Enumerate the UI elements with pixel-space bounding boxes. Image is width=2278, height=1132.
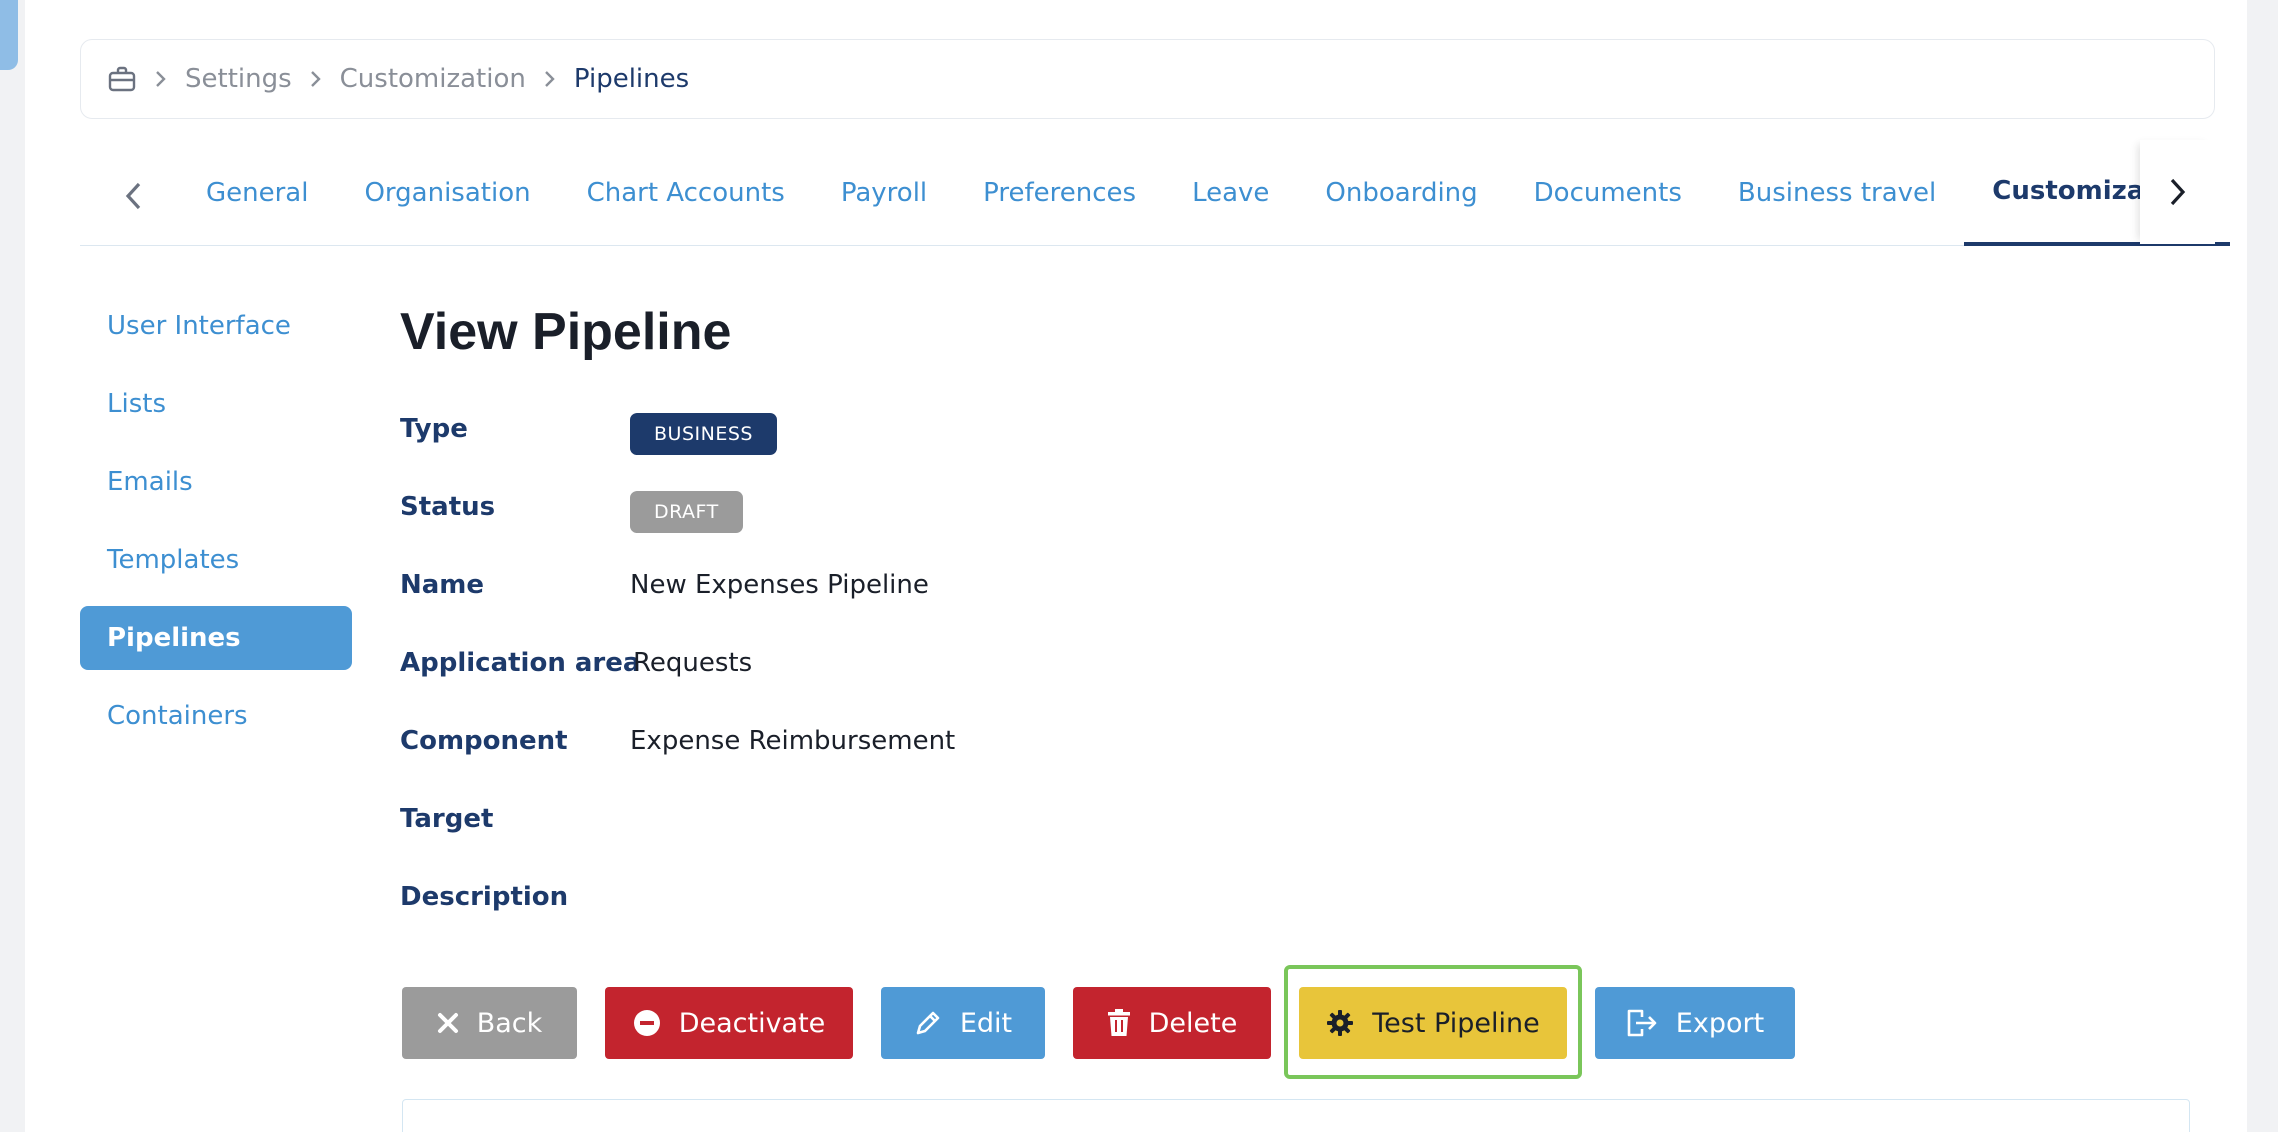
minus-circle-icon (633, 1010, 660, 1036)
gear-icon (1327, 1010, 1354, 1036)
tab-general[interactable]: General (178, 140, 336, 246)
sidebar-item-emails[interactable]: Emails (80, 450, 352, 514)
tab-chart-accounts[interactable]: Chart Accounts (559, 140, 813, 246)
briefcase-icon[interactable] (107, 64, 137, 94)
type-badge: BUSINESS (630, 413, 777, 455)
tab-onboarding[interactable]: Onboarding (1297, 140, 1505, 246)
customization-sidebar: User Interface Lists Emails Templates Pi… (80, 294, 352, 762)
component-value: Expense Reimbursement (630, 726, 956, 756)
breadcrumb-settings[interactable]: Settings (185, 64, 292, 94)
deactivate-button-label: Deactivate (678, 1007, 826, 1039)
pipeline-details-container (402, 1099, 2190, 1132)
chevron-right-icon (155, 70, 167, 88)
sidebar-item-pipelines[interactable]: Pipelines (80, 606, 352, 670)
tab-documents[interactable]: Documents (1506, 140, 1710, 246)
chevron-right-icon[interactable] (2140, 140, 2215, 244)
export-button-label: Export (1675, 1007, 1765, 1039)
side-panel-handle[interactable] (0, 0, 18, 70)
sidebar-item-templates[interactable]: Templates (80, 528, 352, 592)
type-label: Type (400, 414, 468, 444)
target-label: Target (400, 804, 494, 834)
status-label: Status (400, 492, 496, 522)
name-label: Name (400, 570, 485, 600)
breadcrumb-customization[interactable]: Customization (340, 64, 526, 94)
test-pipeline-button[interactable]: Test Pipeline (1299, 987, 1567, 1059)
export-button[interactable]: Export (1595, 987, 1795, 1059)
description-label: Description (400, 882, 569, 912)
edit-button[interactable]: Edit (881, 987, 1045, 1059)
tab-organisation[interactable]: Organisation (336, 140, 558, 246)
settings-tabs: General Organisation Chart Accounts Payr… (80, 140, 2231, 246)
application-area-value: Requests (633, 648, 753, 678)
back-button[interactable]: Back (402, 987, 577, 1059)
sidebar-item-lists[interactable]: Lists (80, 372, 352, 436)
tab-list: General Organisation Chart Accounts Payr… (178, 140, 2231, 246)
tab-preferences[interactable]: Preferences (955, 140, 1164, 246)
status-badge: DRAFT (630, 491, 743, 533)
delete-button[interactable]: Delete (1073, 987, 1271, 1059)
trash-icon (1107, 1009, 1130, 1036)
chevron-right-icon (310, 70, 322, 88)
delete-button-label: Delete (1148, 1007, 1238, 1039)
test-pipeline-button-label: Test Pipeline (1372, 1007, 1540, 1039)
page-title: View Pipeline (400, 303, 732, 361)
sidebar-item-user-interface[interactable]: User Interface (80, 294, 352, 358)
pencil-icon (916, 1011, 940, 1035)
chevron-right-icon (544, 70, 556, 88)
sidebar-item-containers[interactable]: Containers (80, 684, 352, 748)
component-label: Component (400, 726, 568, 756)
export-icon (1627, 1009, 1657, 1037)
edit-button-label: Edit (959, 1007, 1013, 1039)
breadcrumb-current: Pipelines (573, 64, 690, 94)
tab-payroll[interactable]: Payroll (813, 140, 955, 246)
deactivate-button[interactable]: Deactivate (605, 987, 853, 1059)
breadcrumb: Settings Customization Pipelines (80, 39, 2215, 119)
tab-leave[interactable]: Leave (1164, 140, 1297, 246)
tab-business-travel[interactable]: Business travel (1710, 140, 1964, 246)
close-icon (437, 1013, 458, 1033)
name-value: New Expenses Pipeline (630, 570, 929, 600)
back-button-label: Back (476, 1007, 543, 1039)
application-area-label: Application area (400, 648, 641, 678)
chevron-left-icon[interactable] (120, 178, 146, 214)
